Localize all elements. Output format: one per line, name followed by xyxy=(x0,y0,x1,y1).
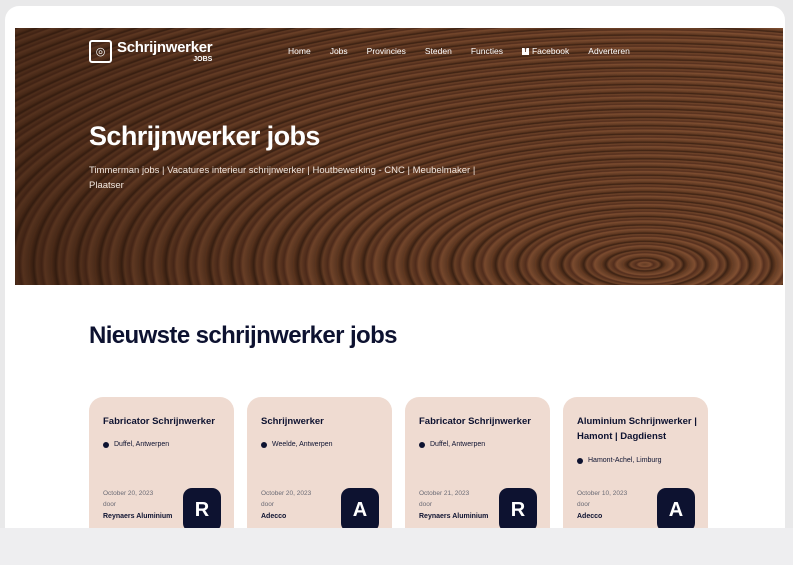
job-location: Hamont-Achel, Limburg xyxy=(577,457,662,464)
job-by: door xyxy=(103,501,117,508)
job-location-text: Duffel, Antwerpen xyxy=(430,441,486,448)
job-date: October 20, 2023 xyxy=(103,490,154,497)
bottom-edge xyxy=(0,528,793,565)
job-company: Adecco xyxy=(261,513,287,520)
job-location-text: Weelde, Antwerpen xyxy=(272,441,333,448)
job-location-text: Hamont-Achel, Limburg xyxy=(588,457,662,464)
company-avatar: A xyxy=(657,488,695,532)
location-pin-icon xyxy=(261,441,267,448)
job-title[interactable]: Fabricator Schrijnwerker xyxy=(103,414,225,429)
company-avatar: R xyxy=(499,488,537,532)
wood-logo-icon: ◎ xyxy=(89,40,112,63)
nav-home[interactable]: Home xyxy=(288,46,311,56)
nav-facebook[interactable]: f Facebook xyxy=(521,46,570,56)
job-company: Reynaers Aluminium xyxy=(103,513,173,520)
nav-jobs[interactable]: Jobs xyxy=(330,46,348,56)
job-company: Adecco xyxy=(577,513,603,520)
section-title: Nieuwste schrijnwerker jobs xyxy=(89,322,398,349)
job-title[interactable]: Aluminium Schrijnwerker | Hamont | Dagdi… xyxy=(577,414,699,444)
browser-frame: ◎ Schrijnwerker JOBS Home Jobs Provincie… xyxy=(5,6,785,558)
nav-provincies[interactable]: Provincies xyxy=(367,46,406,56)
company-avatar: R xyxy=(183,488,221,532)
job-by: door xyxy=(261,501,275,508)
job-title[interactable]: Schrijnwerker xyxy=(261,414,383,429)
job-company: Reynaers Aluminium xyxy=(419,513,489,520)
nav-adverteren[interactable]: Adverteren xyxy=(588,46,630,56)
hero-subtitle: Timmerman jobs | Vacatures interieur sch… xyxy=(89,165,476,191)
job-title[interactable]: Fabricator Schrijnwerker xyxy=(419,414,541,429)
logo-sub-text: JOBS xyxy=(193,56,213,63)
hero-title: Schrijnwerker jobs xyxy=(89,121,320,151)
job-location: Weelde, Antwerpen xyxy=(261,441,333,448)
nav-facebook-label: Facebook xyxy=(531,46,570,56)
logo-main-text: Schrijnwerker xyxy=(117,39,213,56)
location-pin-icon xyxy=(419,441,425,448)
facebook-icon: f xyxy=(521,47,529,55)
hero-banner: ◎ Schrijnwerker JOBS Home Jobs Provincie… xyxy=(15,28,783,285)
job-date: October 21, 2023 xyxy=(419,490,470,497)
main-nav: Home Jobs Provincies Steden Functies f F… xyxy=(288,46,649,56)
location-pin-icon xyxy=(577,457,583,464)
job-date: October 10, 2023 xyxy=(577,490,628,497)
site-logo[interactable]: ◎ Schrijnwerker JOBS xyxy=(89,39,213,63)
job-date: October 20, 2023 xyxy=(261,490,312,497)
company-avatar: A xyxy=(341,488,379,532)
location-pin-icon xyxy=(103,441,109,448)
job-location: Duffel, Antwerpen xyxy=(103,441,169,448)
job-by: door xyxy=(419,501,433,508)
job-by: door xyxy=(577,501,591,508)
nav-steden[interactable]: Steden xyxy=(425,46,452,56)
job-location: Duffel, Antwerpen xyxy=(419,441,485,448)
job-location-text: Duffel, Antwerpen xyxy=(114,441,170,448)
nav-functies[interactable]: Functies xyxy=(471,46,503,56)
